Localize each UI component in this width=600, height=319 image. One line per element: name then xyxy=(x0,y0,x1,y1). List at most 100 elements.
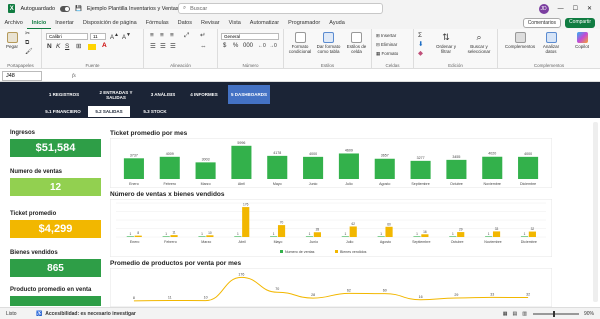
menu-item-5[interactable]: Datos xyxy=(173,17,196,29)
merge-icon[interactable]: ⇔ xyxy=(200,43,207,50)
menu-item-8[interactable]: Automatizar xyxy=(245,17,283,29)
clear-icon[interactable]: ◆ xyxy=(418,50,423,57)
format-as-table-button[interactable]: Dar formato como tabla xyxy=(315,32,342,54)
chart1-bar-9 xyxy=(446,159,467,179)
underline-icon[interactable]: S xyxy=(65,43,69,50)
minimize-icon[interactable]: — xyxy=(558,6,564,12)
currency-icon[interactable]: $ xyxy=(223,43,226,49)
nav-tab-1[interactable]: 2 ENTRADAS Y SALIDAS xyxy=(90,85,142,104)
bold-icon[interactable]: N xyxy=(47,43,52,50)
nav-subtab-2[interactable]: 5.3 STOCK xyxy=(134,106,176,117)
copilot-button[interactable]: Copilot xyxy=(570,32,594,49)
addins-button[interactable]: Complementos xyxy=(504,32,536,49)
borders-icon[interactable]: ⊞ xyxy=(76,43,81,50)
comments-button[interactable]: Comentarios xyxy=(522,18,562,28)
avatar[interactable]: JD xyxy=(538,3,549,14)
close-icon[interactable]: ✕ xyxy=(587,5,592,12)
align-left-icon[interactable]: ☰ xyxy=(150,43,156,50)
ribbon-group-editing: Σ ⬇ ◆ ⇅ Ordenar y filtrar ⌕ Buscar y sel… xyxy=(414,29,498,69)
menu-item-7[interactable]: Vista xyxy=(224,17,245,29)
chart2-data-label-1-2: 10 xyxy=(208,231,212,235)
wrap-text-icon[interactable]: ↵ xyxy=(200,32,205,39)
increase-decimal-icon[interactable]: ←0 xyxy=(258,44,266,49)
page-break-icon[interactable]: ▥ xyxy=(522,311,527,317)
menu-item-2[interactable]: Insertar xyxy=(51,17,79,29)
format-painter-icon[interactable]: 🖌 xyxy=(25,49,33,55)
format-cells-button[interactable]: ▦ Formato xyxy=(376,51,398,56)
chart2-bar-0-10 xyxy=(485,236,493,237)
kpi-label-3: Bienes vendidos xyxy=(10,250,58,256)
orientation-icon[interactable]: ⤢ xyxy=(184,32,189,39)
page-layout-icon[interactable]: ▤ xyxy=(513,311,518,317)
search-input[interactable]: ⌕ Buscar xyxy=(178,3,383,14)
name-box[interactable]: J48 xyxy=(2,70,42,81)
menu-item-9[interactable]: Programador xyxy=(284,17,325,29)
chart2-data-label-0-8: 1 xyxy=(416,232,418,236)
insert-cells-button[interactable]: ⊞ Insertar xyxy=(376,33,396,38)
sort-filter-button[interactable]: ⇅ Ordenar y filtrar xyxy=(432,32,460,54)
nav-tab-4[interactable]: 5 DASHBOARDS xyxy=(228,85,270,104)
menu-item-1[interactable]: Inicio xyxy=(27,17,51,29)
decrease-decimal-icon[interactable]: →0 xyxy=(269,44,277,49)
menu-item-0[interactable]: Archivo xyxy=(0,17,27,29)
chart3-data-label-7: 60 xyxy=(383,289,387,293)
chart3-data-label-1: 11 xyxy=(168,295,172,299)
nav-tab-2[interactable]: 3 ANÁLISIS xyxy=(146,85,180,104)
shrink-font-icon[interactable]: A▼ xyxy=(122,33,131,42)
autosave-toggle[interactable] xyxy=(60,5,70,12)
accessibility-status[interactable]: Accesibilidad: es necesario investigar xyxy=(42,311,136,317)
chart2-data-label-0-1: 1 xyxy=(165,232,167,236)
save-icon[interactable]: 💾 xyxy=(75,6,82,12)
italic-icon[interactable]: K xyxy=(56,43,60,50)
zoom-slider[interactable] xyxy=(532,310,579,317)
nav-tab-3[interactable]: 4 INFORMES xyxy=(184,85,224,104)
menu-item-10[interactable]: Ayuda xyxy=(325,17,350,29)
menu-item-4[interactable]: Fórmulas xyxy=(141,17,173,29)
autosum-icon[interactable]: Σ xyxy=(418,32,422,39)
fill-color-icon[interactable] xyxy=(88,44,96,50)
chart2-legend-swatch-0 xyxy=(280,250,283,253)
table-icon xyxy=(323,32,334,43)
align-right-icon[interactable]: ☰ xyxy=(170,43,176,50)
percent-icon[interactable]: % xyxy=(233,43,238,49)
fill-icon[interactable]: ⬇ xyxy=(418,41,423,48)
delete-cells-button[interactable]: ⊟ Eliminar xyxy=(376,42,397,47)
formula-input[interactable] xyxy=(82,71,600,81)
paste-button[interactable]: Pegar xyxy=(4,32,20,49)
chart2-tick-8: Septiembre xyxy=(412,240,430,244)
nav-subtab-0[interactable]: 5.1 FINANCIERO xyxy=(42,106,84,117)
align-center-icon[interactable]: ☰ xyxy=(160,43,166,50)
cut-icon[interactable]: ✂ xyxy=(25,31,30,37)
nav-tab-0[interactable]: 1 REGISTROS xyxy=(42,85,86,104)
ribbon-label-number: Número xyxy=(242,63,259,68)
font-color-icon[interactable]: A xyxy=(102,42,107,49)
chart-promedio: 8 11 10 176 70 28 62 60 16 29 33 32 xyxy=(109,267,553,307)
nav-subtab-1[interactable]: 5.2 SALIDAS xyxy=(88,106,130,117)
align-middle-icon[interactable]: ≡ xyxy=(160,32,164,39)
maximize-icon[interactable]: ☐ xyxy=(573,5,578,12)
fx-icon[interactable]: fx xyxy=(72,73,76,79)
font-select[interactable]: Calibri xyxy=(46,33,88,40)
ribbon-label-alignment: Alineación xyxy=(170,63,191,68)
cell-styles-button[interactable]: Estilos de celda xyxy=(344,32,369,54)
zoom-level[interactable]: 90% xyxy=(584,311,600,317)
chart1-data-label-4: 4178 xyxy=(273,151,281,155)
vertical-scrollbar[interactable] xyxy=(593,122,598,302)
copy-icon[interactable]: ⧉ xyxy=(25,40,29,46)
align-top-icon[interactable]: ≡ xyxy=(150,32,154,39)
analyze-data-button[interactable]: Analizar datos xyxy=(538,32,564,54)
normal-view-icon[interactable]: ▦ xyxy=(503,311,508,317)
comma-icon[interactable]: 000 xyxy=(243,43,253,49)
menu-item-3[interactable]: Disposición de página xyxy=(78,17,141,29)
chart2-tick-1: Febrero xyxy=(164,240,177,244)
menu-item-6[interactable]: Revisar xyxy=(197,17,225,29)
chart3-data-label-0: 8 xyxy=(133,296,135,300)
share-button[interactable]: Compartir xyxy=(565,18,595,28)
align-bottom-icon[interactable]: ≡ xyxy=(170,32,174,39)
font-size-select[interactable]: 11 xyxy=(90,33,106,40)
number-format-select[interactable]: General xyxy=(221,33,279,40)
find-select-button[interactable]: ⌕ Buscar y seleccionar xyxy=(462,32,496,54)
conditional-format-button[interactable]: Formato condicional xyxy=(287,32,313,54)
chart1-data-label-2: 3003 xyxy=(202,157,210,161)
grow-font-icon[interactable]: A▲ xyxy=(110,33,119,42)
